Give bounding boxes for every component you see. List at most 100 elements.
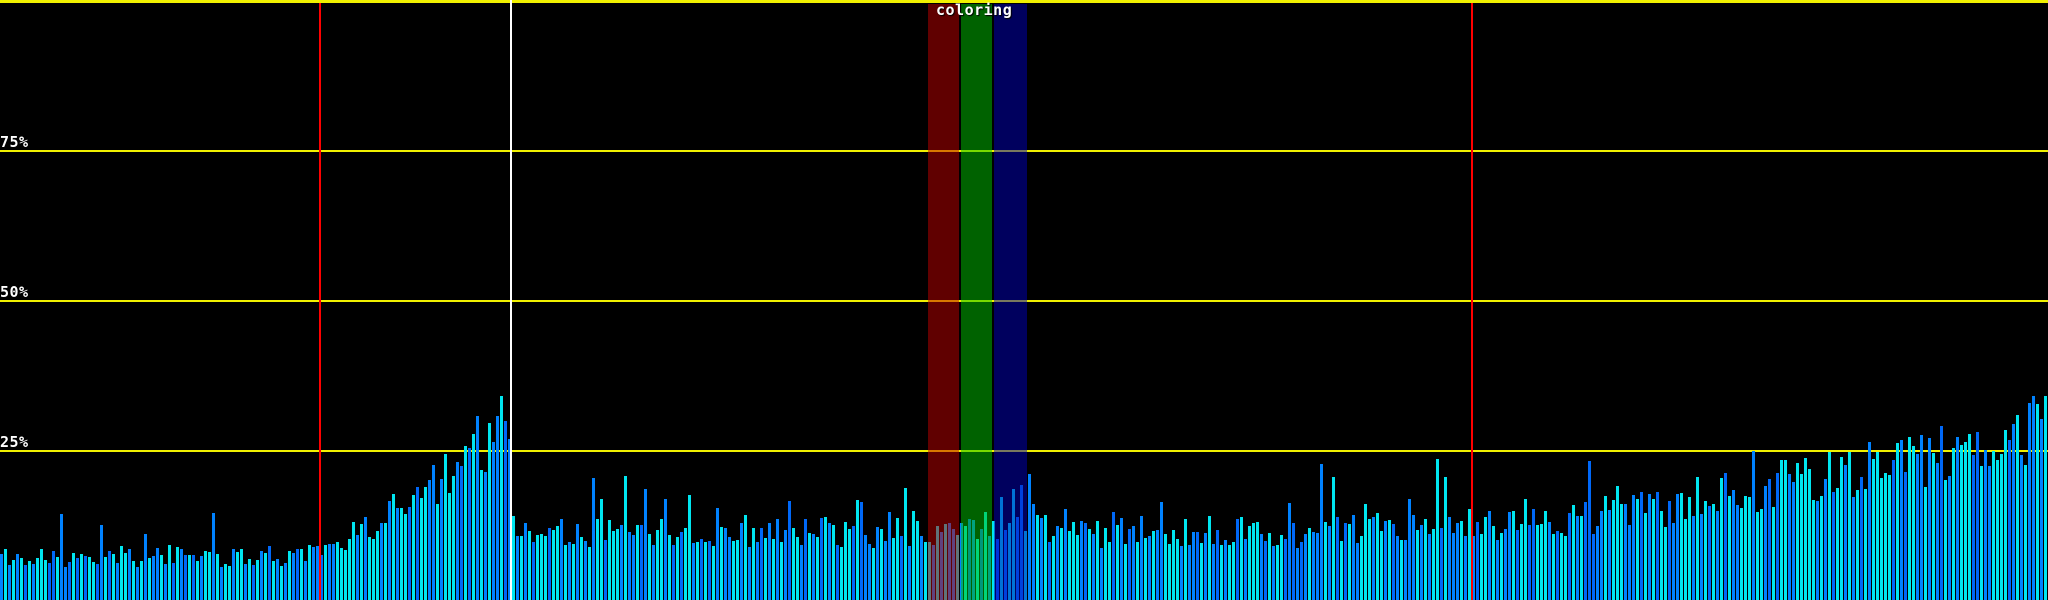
bar xyxy=(192,555,195,600)
bar xyxy=(1140,516,1143,600)
bar xyxy=(568,542,571,600)
bar xyxy=(2000,454,2003,600)
bar xyxy=(1168,544,1171,600)
bar xyxy=(128,549,131,600)
bar xyxy=(1544,511,1547,600)
bar xyxy=(1568,513,1571,600)
bar xyxy=(1696,477,1699,600)
bar xyxy=(1128,529,1131,600)
bar xyxy=(756,542,759,600)
bar xyxy=(1584,502,1587,600)
bar xyxy=(176,547,179,600)
bar xyxy=(412,495,415,600)
bar xyxy=(840,547,843,600)
bar xyxy=(288,551,291,600)
bar xyxy=(1484,517,1487,600)
bar xyxy=(536,535,539,600)
bar xyxy=(168,545,171,600)
bar xyxy=(468,448,471,600)
bar xyxy=(1196,532,1199,600)
bar xyxy=(488,423,491,600)
bar xyxy=(1964,442,1967,600)
bar xyxy=(1176,539,1179,600)
bar xyxy=(616,529,619,600)
bar xyxy=(116,563,119,600)
bar xyxy=(404,514,407,600)
bar xyxy=(712,546,715,600)
bar xyxy=(1172,530,1175,600)
bar xyxy=(1572,505,1575,600)
bar xyxy=(1528,525,1531,600)
bar xyxy=(0,554,3,600)
bar xyxy=(636,525,639,600)
bar xyxy=(1720,478,1723,600)
bar xyxy=(1260,534,1263,600)
bar xyxy=(2020,455,2023,600)
bar xyxy=(332,544,335,600)
bar xyxy=(912,511,915,600)
bar xyxy=(632,535,635,600)
bar xyxy=(1648,494,1651,600)
bar xyxy=(1220,545,1223,600)
bar xyxy=(104,557,107,600)
bar xyxy=(1788,474,1791,600)
bar xyxy=(1836,488,1839,600)
bar xyxy=(1824,479,1827,600)
bar xyxy=(1080,521,1083,600)
bar xyxy=(608,520,611,600)
bar xyxy=(340,548,343,600)
bar xyxy=(596,519,599,600)
bar xyxy=(1960,445,1963,600)
bar xyxy=(92,562,95,600)
bar xyxy=(1552,534,1555,600)
bar xyxy=(1536,525,1539,600)
bar xyxy=(1412,515,1415,600)
bar xyxy=(1756,512,1759,600)
bar xyxy=(460,466,463,600)
bar xyxy=(1892,460,1895,600)
bar xyxy=(1712,504,1715,600)
bar xyxy=(1204,533,1207,600)
bar xyxy=(876,527,879,600)
bar xyxy=(1368,519,1371,600)
bar xyxy=(2028,403,2031,600)
bar xyxy=(88,557,91,600)
bar xyxy=(1320,464,1323,600)
bar xyxy=(232,549,235,600)
bar xyxy=(1612,500,1615,600)
bar xyxy=(1608,510,1611,600)
bar xyxy=(240,549,243,600)
bar xyxy=(1364,504,1367,600)
bar xyxy=(1700,514,1703,600)
bar xyxy=(852,526,855,600)
bar xyxy=(1488,511,1491,600)
bar xyxy=(188,555,191,600)
bar xyxy=(1684,519,1687,600)
bar xyxy=(896,518,899,600)
bar xyxy=(100,525,103,600)
bar xyxy=(1280,535,1283,600)
bar xyxy=(276,559,279,600)
bar xyxy=(668,535,671,600)
bar xyxy=(1876,452,1879,600)
bar xyxy=(824,517,827,600)
bar xyxy=(1396,536,1399,600)
bar xyxy=(860,502,863,600)
bar xyxy=(1912,446,1915,600)
bar xyxy=(1976,432,1979,600)
bar xyxy=(916,521,919,600)
bar xyxy=(76,558,79,600)
bar xyxy=(1236,519,1239,600)
bar xyxy=(1136,542,1139,600)
bar xyxy=(180,549,183,600)
bar xyxy=(376,531,379,600)
bar xyxy=(1920,435,1923,600)
bar xyxy=(1620,504,1623,600)
bar xyxy=(1248,526,1251,600)
bar xyxy=(456,462,459,600)
bar xyxy=(1968,434,1971,600)
bar xyxy=(132,561,135,600)
bar xyxy=(660,519,663,600)
bar xyxy=(604,540,607,600)
bar xyxy=(1556,531,1559,600)
